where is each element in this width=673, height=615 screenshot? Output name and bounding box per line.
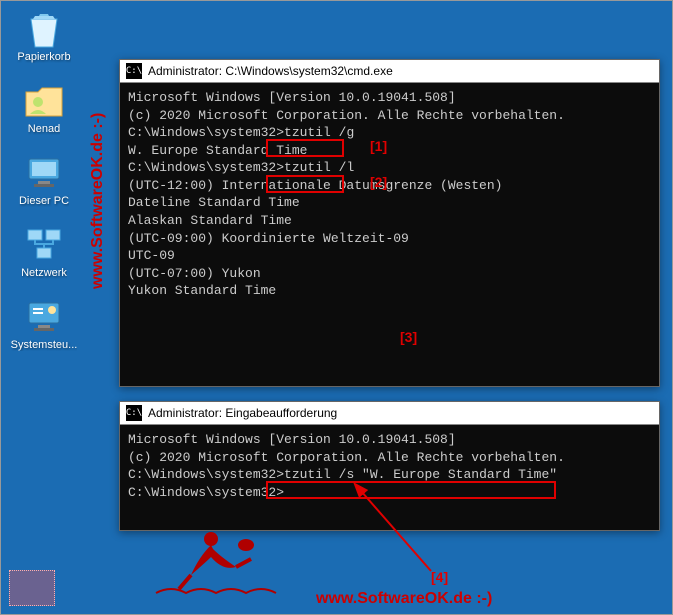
user-folder-icon	[24, 81, 64, 121]
desktop-icon-label: Nenad	[28, 123, 60, 135]
annotation-3: [3]	[400, 328, 417, 347]
watermark-bottom: www.SoftwareOK.de :-)	[316, 590, 492, 608]
desktop-icon-this-pc[interactable]: Dieser PC	[5, 153, 83, 207]
cmd-icon: C:\	[126, 405, 142, 421]
output-line: Microsoft Windows [Version 10.0.19041.50…	[128, 89, 651, 107]
terminal-body-2[interactable]: Microsoft Windows [Version 10.0.19041.50…	[120, 425, 659, 529]
desktop-icon-user-folder[interactable]: Nenad	[5, 81, 83, 135]
terminal-window-1[interactable]: C:\ Administrator: C:\Windows\system32\c…	[119, 59, 660, 387]
cmd-icon: C:\	[126, 63, 142, 79]
network-icon	[24, 225, 64, 265]
annotation-2: [2]	[370, 173, 387, 192]
titlebar-1[interactable]: C:\ Administrator: C:\Windows\system32\c…	[120, 60, 659, 83]
output-line: (UTC-09:00) Koordinierte Weltzeit-09	[128, 230, 651, 248]
watermark-left: www.SoftwareOK.de :-)	[89, 113, 107, 289]
desktop-icon-recycle-bin[interactable]: Papierkorb	[5, 9, 83, 63]
output-line: Yukon Standard Time	[128, 282, 651, 300]
annotation-4: [4]	[431, 569, 448, 585]
annotation-1: [1]	[370, 137, 387, 156]
output-line: (UTC-07:00) Yukon	[128, 265, 651, 283]
desktop-selection-rect	[9, 570, 55, 606]
prompt-line: C:\Windows\system32>tzutil /s "W. Europe…	[128, 466, 651, 484]
output-line: Dateline Standard Time	[128, 194, 651, 212]
desktop-icon-label: Papierkorb	[17, 51, 70, 63]
control-panel-icon	[24, 297, 64, 337]
output-line: (c) 2020 Microsoft Corporation. Alle Rec…	[128, 449, 651, 467]
desktop-icon-label: Dieser PC	[19, 195, 69, 207]
terminal-window-2[interactable]: C:\ Administrator: Eingabeaufforderung M…	[119, 401, 660, 531]
window-title: Administrator: C:\Windows\system32\cmd.e…	[148, 63, 393, 79]
desktop-icon-label: Netzwerk	[21, 267, 67, 279]
recycle-bin-icon	[24, 9, 64, 49]
output-line: (UTC-12:00) Internationale Datumsgrenze …	[128, 177, 651, 195]
desktop-icons: Papierkorb Nenad Dieser PC Netzwerk Syst…	[5, 9, 83, 351]
prompt-line: C:\Windows\system32>tzutil /l	[128, 159, 651, 177]
output-line: Microsoft Windows [Version 10.0.19041.50…	[128, 431, 651, 449]
terminal-body-1[interactable]: Microsoft Windows [Version 10.0.19041.50…	[120, 83, 659, 385]
desktop-icon-control-panel[interactable]: Systemsteu...	[5, 297, 83, 351]
this-pc-icon	[24, 153, 64, 193]
output-line: Alaskan Standard Time	[128, 212, 651, 230]
prompt-line: C:\Windows\system32>tzutil /g	[128, 124, 651, 142]
desktop-icon-label: Systemsteu...	[11, 339, 78, 351]
output-line: W. Europe Standard Time	[128, 142, 651, 160]
decorative-figure-icon	[151, 527, 281, 602]
desktop-icon-network[interactable]: Netzwerk	[5, 225, 83, 279]
output-line: UTC-09	[128, 247, 651, 265]
titlebar-2[interactable]: C:\ Administrator: Eingabeaufforderung	[120, 402, 659, 425]
prompt-line: C:\Windows\system32>	[128, 484, 651, 502]
window-title: Administrator: Eingabeaufforderung	[148, 405, 337, 421]
output-line: (c) 2020 Microsoft Corporation. Alle Rec…	[128, 107, 651, 125]
